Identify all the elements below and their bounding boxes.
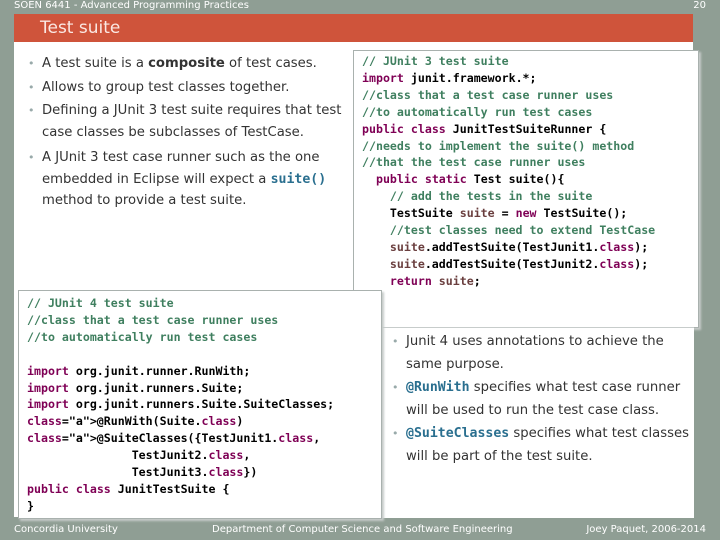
- bullet-text: method to provide a test suite.: [42, 193, 247, 208]
- code-line: public class JunitTestSuiteRunner {: [362, 121, 607, 136]
- bullet-bold-text: composite: [148, 56, 225, 71]
- bullet-text: A test suite is a: [42, 56, 149, 71]
- code-line: TestJunit2.class,: [27, 448, 251, 463]
- junit3-code: // JUnit 3 test suite import junit.framew…: [362, 53, 655, 307]
- bullet-item: Allows to group test classes together.: [28, 77, 348, 99]
- bullet-text: Allows to group test classes together.: [42, 79, 290, 95]
- bullet-item: @SuiteClasses specifies what test classe…: [392, 422, 692, 468]
- left-bullet-list: A test suite is a composite of test case…: [28, 53, 348, 214]
- code-line: class="a">@RunWith(Suite.class): [27, 414, 244, 429]
- page-number: 20: [693, 0, 706, 11]
- code-line: }: [27, 498, 34, 513]
- inline-code: @SuiteClasses: [406, 426, 510, 441]
- code-line: TestJunit3.class}): [27, 465, 258, 480]
- code-line: //needs to implement the suite() method: [362, 138, 635, 153]
- junit4-code-box: // JUnit 4 test suite //class that a test…: [18, 290, 382, 519]
- code-line: import org.junit.runners.Suite;: [27, 380, 244, 395]
- bullet-text: of test cases.: [224, 56, 317, 71]
- bullet-text: Junit 4 uses annotations to achieve the …: [406, 334, 664, 372]
- footer-department: Department of Computer Science and Softw…: [212, 524, 513, 535]
- code-line: return suite;: [389, 273, 481, 288]
- code-line: //class that a test case runner uses: [27, 312, 279, 327]
- code-line: import junit.framework.*;: [362, 70, 537, 85]
- code-line: import org.junit.runner.RunWith;: [27, 363, 251, 378]
- course-title: SOEN 6441 - Advanced Programming Practic…: [14, 0, 249, 11]
- footer-author: Joey Paquet, 2006-2014: [586, 524, 706, 535]
- code-line: // JUnit 3 test suite: [362, 54, 509, 68]
- code-line: suite.addTestSuite(TestJunit1.class);: [389, 239, 649, 254]
- code-line: class="a">@SuiteClasses({TestJunit1.clas…: [27, 431, 321, 446]
- inline-code: suite(): [270, 171, 327, 187]
- right-bullet-list: Junit 4 uses annotations to achieve the …: [392, 330, 692, 468]
- bullet-item: A JUnit 3 test case runner such as the o…: [28, 147, 348, 212]
- bullet-item: A test suite is a composite of test case…: [28, 53, 348, 75]
- slide-title: Test suite: [40, 18, 121, 38]
- bullet-item: @RunWith specifies what test case runner…: [392, 376, 692, 422]
- bullet-item: Defining a JUnit 3 test suite requires t…: [28, 100, 348, 143]
- code-line: public static Test suite(){: [375, 172, 565, 187]
- code-line: // JUnit 4 test suite: [27, 296, 174, 310]
- code-line: public class JunitTestSuite {: [27, 481, 230, 496]
- junit3-code-box: // JUnit 3 test suite import junit.framew…: [353, 50, 699, 328]
- code-line: //to automatically run test cases: [27, 329, 258, 344]
- bullet-text: Defining a JUnit 3 test suite requires t…: [42, 103, 342, 140]
- code-line: suite.addTestSuite(TestJunit2.class);: [389, 256, 649, 271]
- code-line: //that the test case runner uses: [362, 155, 586, 170]
- code-line: //test classes need to extend TestCase: [389, 223, 656, 238]
- code-line: TestSuite suite = new TestSuite();: [362, 206, 628, 221]
- code-line: //to automatically run test cases: [362, 104, 593, 119]
- junit4-code: // JUnit 4 test suite //class that a test…: [27, 295, 334, 515]
- code-line: import org.junit.runners.Suite.SuiteClas…: [27, 397, 335, 412]
- bullet-item: Junit 4 uses annotations to achieve the …: [392, 330, 692, 376]
- inline-code: @RunWith: [406, 380, 470, 395]
- footer-university: Concordia University: [14, 524, 118, 535]
- code-line: // add the tests in the suite: [389, 189, 593, 204]
- code-line: //class that a test case runner uses: [362, 87, 614, 102]
- code-line: }: [362, 290, 655, 307]
